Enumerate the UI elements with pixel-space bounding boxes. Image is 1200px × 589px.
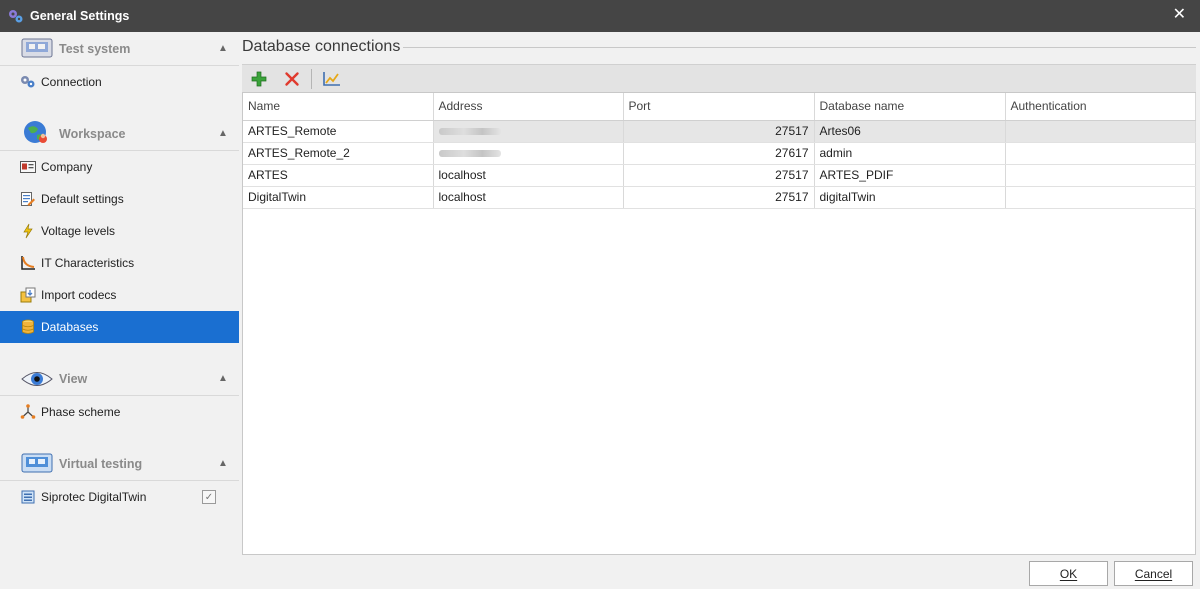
cell-port[interactable]: 27517	[623, 120, 815, 143]
eye-icon	[20, 367, 54, 391]
edit-button[interactable]	[321, 69, 343, 89]
close-icon[interactable]: ✕	[1173, 7, 1186, 23]
sidebar-item-label: Connection	[41, 75, 102, 89]
redacted-address	[438, 128, 501, 136]
cell-port[interactable]: 27617	[623, 142, 815, 165]
ok-button[interactable]: OK	[1029, 561, 1108, 586]
enabled-checkbox[interactable]: ✓	[202, 490, 216, 504]
main-panel: Database connections Name Address Port D…	[242, 32, 1196, 555]
column-header-database-name[interactable]: Database name	[814, 93, 1006, 121]
lightning-icon	[20, 223, 36, 239]
group-workspace[interactable]: Workspace ▲	[0, 117, 239, 151]
column-header-address[interactable]: Address	[433, 93, 624, 121]
sidebar-item-label: Siprotec DigitalTwin	[41, 490, 147, 504]
header-row: Name Address Port Database name Authenti…	[243, 93, 1196, 121]
cell-port[interactable]: 27517	[623, 186, 815, 209]
cell-authentication[interactable]	[1005, 120, 1196, 143]
virtual-testing-icon	[20, 452, 54, 476]
column-header-name[interactable]: Name	[243, 93, 434, 121]
cell-name[interactable]: DigitalTwin	[243, 186, 434, 209]
database-icon	[20, 319, 36, 335]
document-edit-icon	[20, 191, 36, 207]
group-virtual-testing[interactable]: Virtual testing ▲	[0, 447, 239, 481]
navigation-sidebar: Test system ▲ Connection Workspace ▲ Com…	[0, 32, 239, 589]
sidebar-item-label: Default settings	[41, 192, 124, 206]
cell-database-name[interactable]: admin	[814, 142, 1006, 165]
toolbar-separator	[311, 69, 312, 89]
group-label: Virtual testing	[59, 456, 143, 471]
section-title: Database connections	[242, 38, 401, 55]
toolbar	[242, 64, 1196, 92]
chevron-up-icon[interactable]: ▲	[218, 458, 228, 469]
sidebar-item-company[interactable]: Company	[0, 151, 239, 183]
connection-gears-icon	[20, 74, 36, 90]
sidebar-item-label: Import codecs	[41, 288, 117, 302]
sidebar-item-siprotec-digitaltwin[interactable]: Siprotec DigitalTwin ✓	[0, 481, 239, 513]
cancel-button[interactable]: Cancel	[1114, 561, 1193, 586]
sidebar-item-label: Phase scheme	[41, 405, 121, 419]
table-row[interactable]: ARTES_Remote 27517 Artes06	[243, 120, 1196, 143]
cell-port[interactable]: 27517	[623, 164, 815, 187]
chevron-up-icon[interactable]: ▲	[218, 43, 228, 54]
sidebar-item-connection[interactable]: Connection	[0, 66, 239, 98]
settings-gears-icon	[8, 8, 24, 24]
cell-authentication[interactable]	[1005, 142, 1196, 165]
cancel-button-label: Cancel	[1134, 566, 1173, 581]
sidebar-item-label: Databases	[41, 320, 99, 334]
group-test-system[interactable]: Test system ▲	[0, 32, 239, 66]
cell-database-name[interactable]: digitalTwin	[814, 186, 1006, 209]
device-icon	[20, 489, 36, 505]
cell-name[interactable]: ARTES_Remote	[243, 120, 434, 143]
phase-scheme-icon	[20, 404, 36, 420]
x-icon	[285, 72, 299, 86]
sidebar-item-label: Company	[41, 160, 93, 174]
cell-database-name[interactable]: Artes06	[814, 120, 1006, 143]
table-row[interactable]: DigitalTwin localhost 27517 digitalTwin	[243, 186, 1196, 209]
cell-address[interactable]	[433, 120, 624, 143]
delete-button[interactable]	[281, 69, 303, 89]
section-divider	[403, 47, 1196, 48]
import-icon	[20, 287, 36, 303]
globe-user-icon	[20, 120, 54, 146]
group-view[interactable]: View ▲	[0, 362, 239, 396]
database-connections-grid: Name Address Port Database name Authenti…	[242, 92, 1196, 555]
table-row[interactable]: ARTES localhost 27517 ARTES_PDIF	[243, 164, 1196, 187]
cell-authentication[interactable]	[1005, 164, 1196, 187]
test-system-icon	[20, 37, 54, 61]
cell-authentication[interactable]	[1005, 186, 1196, 209]
sidebar-item-databases[interactable]: Databases	[0, 311, 239, 343]
cell-address[interactable]	[433, 142, 624, 165]
chevron-up-icon[interactable]: ▲	[218, 128, 228, 139]
redacted-address	[438, 150, 501, 158]
table-row[interactable]: ARTES_Remote_2 27617 admin	[243, 142, 1196, 165]
title-bar: General Settings ✕	[0, 0, 1200, 32]
column-header-authentication[interactable]: Authentication	[1005, 93, 1196, 121]
group-label: Test system	[59, 41, 131, 56]
cell-name[interactable]: ARTES_Remote_2	[243, 142, 434, 165]
window-title: General Settings	[30, 9, 130, 23]
ok-button-label: OK	[1059, 566, 1078, 581]
sidebar-item-voltage-levels[interactable]: Voltage levels	[0, 215, 239, 247]
company-card-icon	[20, 159, 36, 175]
plus-icon	[251, 71, 267, 87]
sidebar-item-import-codecs[interactable]: Import codecs	[0, 279, 239, 311]
cell-address[interactable]: localhost	[433, 186, 624, 209]
chevron-up-icon[interactable]: ▲	[218, 373, 228, 384]
sidebar-item-phase-scheme[interactable]: Phase scheme	[0, 396, 239, 428]
sidebar-item-label: Voltage levels	[41, 224, 116, 238]
column-header-port[interactable]: Port	[623, 93, 815, 121]
chart-edit-icon	[323, 72, 340, 86]
cell-database-name[interactable]: ARTES_PDIF	[814, 164, 1006, 187]
cell-name[interactable]: ARTES	[243, 164, 434, 187]
cell-address[interactable]: localhost	[433, 164, 624, 187]
group-label: Workspace	[59, 126, 126, 141]
sidebar-item-default-settings[interactable]: Default settings	[0, 183, 239, 215]
sidebar-item-label: IT Characteristics	[41, 256, 135, 270]
sidebar-item-it-characteristics[interactable]: IT Characteristics	[0, 247, 239, 279]
group-label: View	[59, 371, 88, 386]
add-button[interactable]	[248, 69, 270, 89]
curve-chart-icon	[20, 255, 36, 271]
